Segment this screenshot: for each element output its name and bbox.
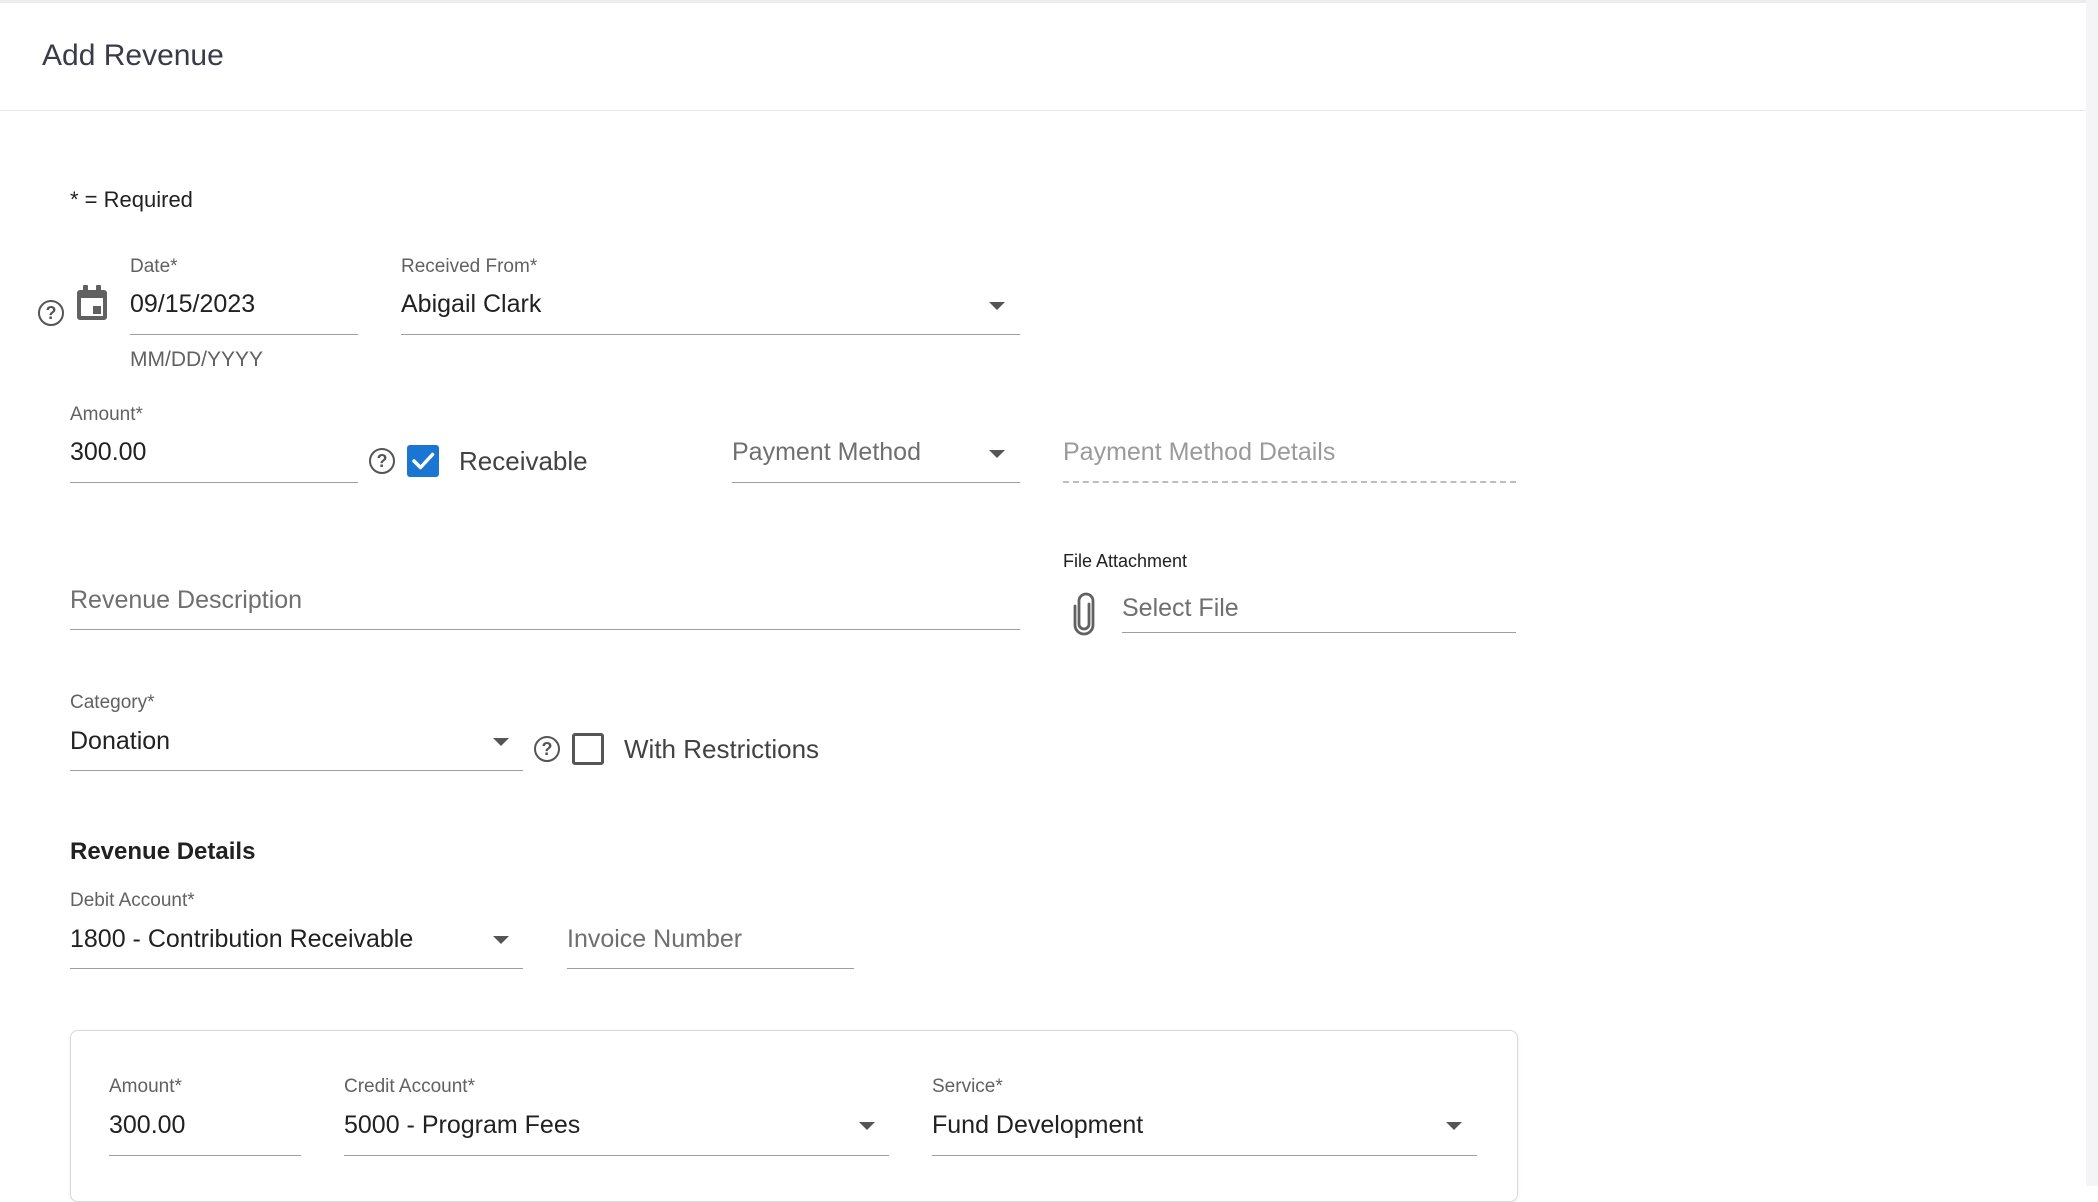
page-title: Add Revenue [42,39,224,72]
paperclip-icon[interactable] [1069,592,1099,636]
date-label: Date* [130,256,178,277]
payment-method-chevron-down-icon[interactable] [989,450,1005,458]
payment-method-details-underline [1063,481,1516,483]
payment-method-details-input: Payment Method Details [1063,438,1336,466]
debit-account-label: Debit Account* [70,890,195,911]
category-underline [70,770,523,771]
amount-input[interactable]: 300.00 [70,438,146,467]
amount-underline [70,482,358,483]
select-file-underline [1122,632,1516,633]
amount-label: Amount* [70,404,143,425]
with-restrictions-label: With Restrictions [624,734,820,764]
received-from-underline [401,334,1020,335]
revenue-line-card [70,1030,1518,1202]
invoice-number-underline [567,968,854,969]
revenue-details-title: Revenue Details [70,838,256,865]
date-input[interactable]: 09/15/2023 [130,290,255,319]
category-select[interactable]: Donation [70,727,170,756]
debit-account-chevron-down-icon[interactable] [493,936,509,944]
service-select[interactable]: Fund Development [932,1111,1143,1140]
with-restrictions-checkbox[interactable] [572,733,604,765]
revenue-description-underline [70,629,1020,630]
debit-account-select[interactable]: 1800 - Contribution Receivable [70,925,413,954]
page-header: Add Revenue [0,3,2086,111]
file-attachment-label: File Attachment [1063,551,1188,571]
receivable-label: Receivable [459,446,588,476]
revenue-description-input[interactable]: Revenue Description [70,586,302,615]
calendar-icon[interactable] [74,284,110,322]
service-chevron-down-icon[interactable] [1446,1122,1462,1130]
credit-account-chevron-down-icon[interactable] [859,1122,875,1130]
received-from-chevron-down-icon[interactable] [989,302,1005,310]
service-underline [932,1155,1477,1156]
line-amount-underline [109,1155,301,1156]
line-amount-label: Amount* [109,1076,182,1097]
credit-account-underline [344,1155,889,1156]
date-help-icon[interactable]: ? [38,300,64,326]
restrictions-help-icon[interactable]: ? [534,736,560,762]
invoice-number-input[interactable]: Invoice Number [567,925,742,954]
payment-method-underline [732,482,1020,483]
select-file-input[interactable]: Select File [1122,594,1239,623]
line-amount-input[interactable]: 300.00 [109,1111,185,1140]
credit-account-select[interactable]: 5000 - Program Fees [344,1111,580,1140]
required-note: * = Required [70,187,193,212]
date-underline [130,334,358,335]
service-label: Service* [932,1076,1003,1097]
category-chevron-down-icon[interactable] [493,738,509,746]
credit-account-label: Credit Account* [344,1076,475,1097]
debit-account-underline [70,968,523,969]
payment-method-select[interactable]: Payment Method [732,438,921,467]
receivable-help-icon[interactable]: ? [369,448,395,474]
check-icon [412,452,435,470]
received-from-label: Received From* [401,256,538,277]
date-helper-text: MM/DD/YYYY [130,348,264,371]
receivable-checkbox[interactable] [407,445,439,477]
category-label: Category* [70,692,155,713]
received-from-select[interactable]: Abigail Clark [401,290,541,319]
scroll-gutter [2086,0,2098,1186]
